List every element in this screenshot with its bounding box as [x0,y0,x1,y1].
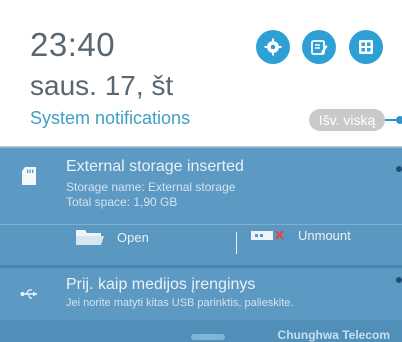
notification-title: External storage inserted [66,158,244,175]
clock-date: saus. 17, št [30,70,174,101]
clock-time: 23:40 [30,26,116,63]
folder-icon [76,230,104,245]
sd-card-icon [22,167,36,185]
drag-handle[interactable] [191,334,225,340]
usb-icon [20,289,37,299]
apps-button[interactable] [349,30,383,64]
open-button[interactable]: Open [75,227,149,247]
section-title: System notifications [30,108,191,128]
clear-all-dot [396,116,402,124]
settings-button[interactable] [256,30,290,64]
notification-line: Storage name: External storage [66,180,236,194]
edit-icon [311,40,328,55]
open-label: Open [117,229,149,245]
clear-all-button[interactable]: Išv. viską [309,109,385,131]
grid-icon [359,40,373,54]
card-indicator-dot [396,166,402,172]
notification-title: Prij. kaip medijos įrenginys [66,276,256,293]
edit-button[interactable] [302,30,336,64]
unmount-icon [251,230,284,240]
action-separator [236,232,237,254]
card-indicator-dot [396,277,402,283]
notification-header: 23:40 saus. 17, št System notifications [0,0,402,146]
unmount-button[interactable]: Unmount [250,227,351,243]
settings-icon [264,38,282,56]
unmount-label: Unmount [298,227,351,243]
notification-line: Total space: 1,90 GB [66,195,178,209]
notification-line: Jei norite matyti kitas USB parinktis, p… [66,297,294,309]
